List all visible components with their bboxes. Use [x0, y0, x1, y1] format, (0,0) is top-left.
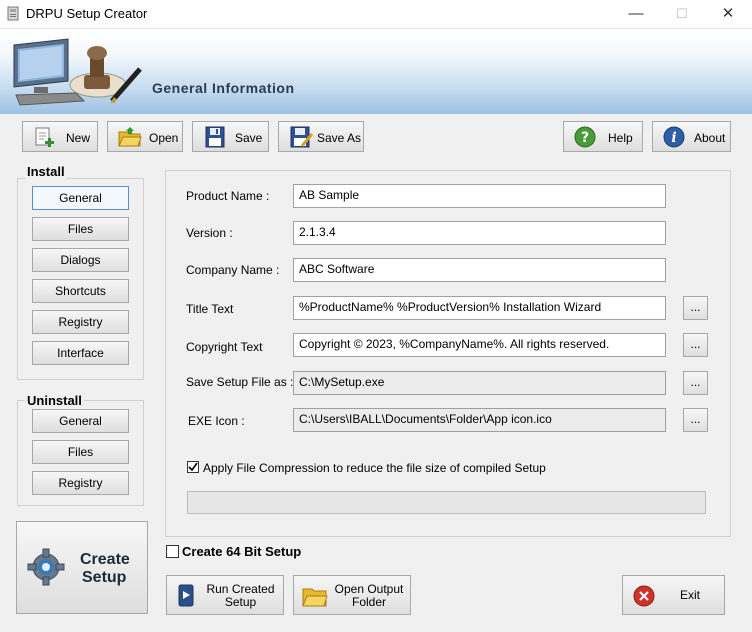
product-name-field[interactable]: AB Sample [293, 184, 666, 208]
save-as-button[interactable]: Save As [278, 121, 364, 152]
title-text-browse-button[interactable]: ... [683, 296, 708, 320]
help-icon: ? [574, 126, 596, 148]
uninstall-registry-button[interactable]: Registry [32, 471, 129, 495]
copyright-text-field[interactable]: Copyright © 2023, %CompanyName%. All rig… [293, 333, 666, 357]
open-button[interactable]: Open [107, 121, 183, 152]
title-bar: DRPU Setup Creator — ☐ ✕ [0, 0, 752, 29]
header-banner: General Information [0, 29, 752, 114]
run-setup-icon [178, 584, 194, 607]
new-file-icon [35, 127, 54, 147]
product-name-label: Product Name : [186, 189, 270, 203]
open-label: Open [149, 131, 179, 145]
compression-label: Apply File Compression to reduce the fil… [203, 461, 546, 475]
install-interface-button[interactable]: Interface [32, 341, 129, 365]
exe-icon-label: EXE Icon : [188, 414, 245, 428]
floppy-disk-icon [205, 126, 225, 148]
create-setup-button[interactable]: Create Setup [16, 521, 148, 614]
run-created-setup-button[interactable]: Run Created Setup [166, 575, 284, 615]
about-button[interactable]: i About [652, 121, 731, 152]
section-title: General Information [152, 80, 295, 96]
save-label: Save [235, 131, 263, 145]
compression-checkbox[interactable] [187, 461, 199, 473]
version-field[interactable]: 2.1.3.4 [293, 221, 666, 245]
uninstall-label: Uninstall [25, 393, 84, 408]
install-dialogs-button[interactable]: Dialogs [32, 248, 129, 272]
uninstall-files-button[interactable]: Files [32, 440, 129, 464]
open-output-line2: Folder [351, 595, 386, 609]
company-name-field[interactable]: ABC Software [293, 258, 666, 282]
gear-icon [27, 548, 65, 586]
svg-text:?: ? [581, 130, 589, 146]
about-label: About [694, 131, 726, 145]
create64-label: Create 64 Bit Setup [182, 544, 302, 559]
run-setup-line2: Setup [224, 595, 257, 609]
new-label: New [66, 131, 91, 145]
exe-icon-browse-button[interactable]: ... [683, 408, 708, 432]
exit-button[interactable]: Exit [622, 575, 725, 615]
create64-checkbox[interactable] [166, 545, 179, 558]
open-output-folder-button[interactable]: Open Output Folder [293, 575, 411, 615]
info-icon: i [663, 126, 685, 148]
progress-bar [187, 491, 706, 514]
save-as-icon [290, 126, 313, 148]
install-label: Install [25, 164, 67, 179]
minimize-button[interactable]: — [613, 0, 659, 28]
save-button[interactable]: Save [192, 121, 269, 152]
copyright-text-label: Copyright Text [186, 340, 263, 354]
svg-text:i: i [671, 130, 676, 146]
folder-icon [302, 588, 328, 607]
maximize-button[interactable]: ☐ [659, 0, 705, 28]
exit-icon [633, 585, 655, 607]
window-title: DRPU Setup Creator [26, 6, 148, 21]
checkmark-icon [188, 462, 198, 472]
company-name-label: Company Name : [186, 263, 280, 277]
help-button[interactable]: ? Help [563, 121, 643, 152]
copyright-text-browse-button[interactable]: ... [683, 333, 708, 357]
app-icon [7, 6, 19, 21]
help-label: Help [608, 131, 633, 145]
exit-label: Exit [679, 588, 700, 602]
title-text-field[interactable]: %ProductName% %ProductVersion% Installat… [293, 296, 666, 320]
install-general-button[interactable]: General [32, 186, 129, 210]
computer-stamp-logo-icon [13, 38, 142, 106]
install-shortcuts-button[interactable]: Shortcuts [32, 279, 129, 303]
create-setup-line1: Create [80, 551, 130, 568]
save-setup-field[interactable]: C:\MySetup.exe [293, 371, 666, 395]
create-setup-line2: Setup [82, 569, 127, 586]
save-as-label: Save As [317, 131, 362, 145]
install-registry-button[interactable]: Registry [32, 310, 129, 334]
exe-icon-field[interactable]: C:\Users\IBALL\Documents\Folder\App icon… [293, 408, 666, 432]
save-setup-browse-button[interactable]: ... [683, 371, 708, 395]
install-files-button[interactable]: Files [32, 217, 129, 241]
open-folder-icon [118, 127, 142, 147]
uninstall-general-button[interactable]: General [32, 409, 129, 433]
version-label: Version : [186, 226, 233, 240]
new-button[interactable]: New [22, 121, 98, 152]
close-button[interactable]: ✕ [705, 0, 751, 28]
title-text-label: Title Text [186, 302, 234, 316]
save-setup-label: Save Setup File as : [186, 375, 294, 389]
